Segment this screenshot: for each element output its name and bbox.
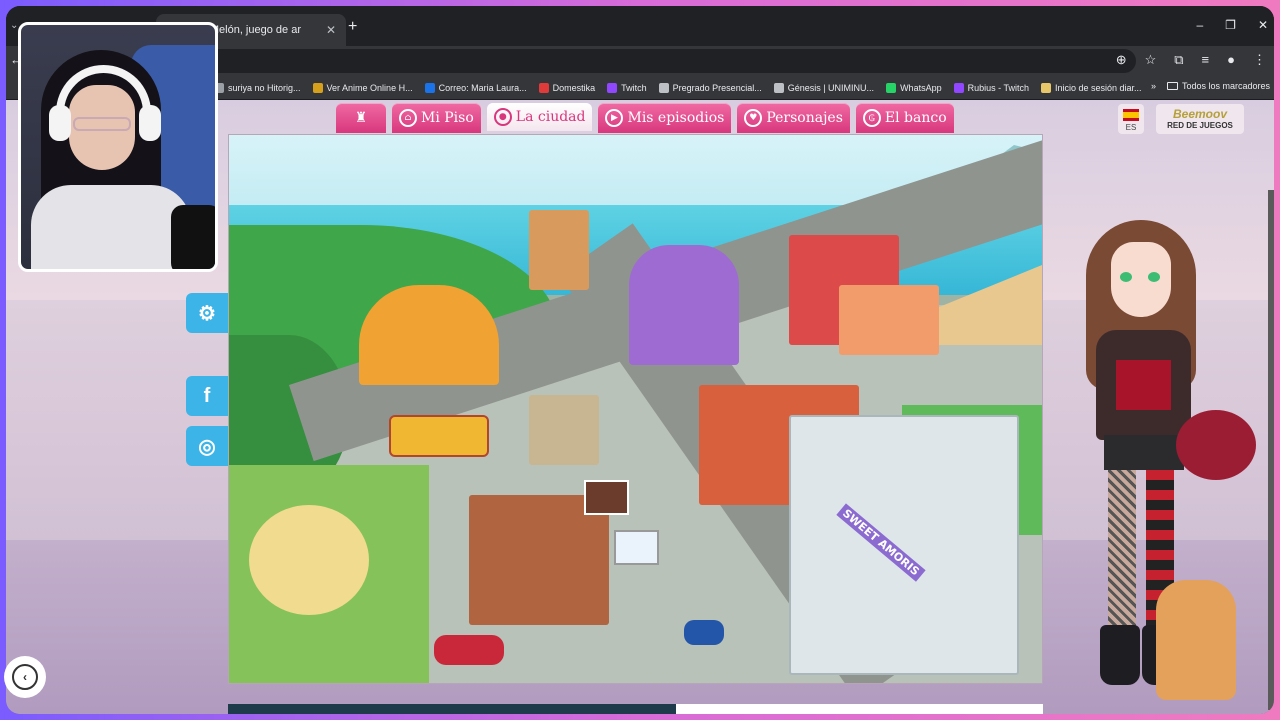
profile-icon[interactable]: ● xyxy=(1227,52,1235,68)
bookmark-favicon-icon xyxy=(607,82,618,93)
avatar-leg xyxy=(1108,470,1136,630)
park-location[interactable] xyxy=(249,505,369,615)
nav-personajes[interactable]: ♥ Personajes xyxy=(737,103,850,133)
beach-shop-building[interactable] xyxy=(839,285,939,355)
beemoov-logo: Beemoov xyxy=(1172,107,1228,121)
bookmark-item[interactable]: Rubius - Twitch xyxy=(953,82,1029,93)
beemoov-subtitle: RED DE JUEGOS xyxy=(1167,121,1233,130)
back-button[interactable]: ‹ xyxy=(4,656,46,698)
facebook-button[interactable]: f xyxy=(186,376,228,416)
bookmark-item[interactable]: Domestika xyxy=(538,82,595,93)
facebook-icon: f xyxy=(203,384,211,407)
bookmark-item[interactable]: suriya no Hitorig... xyxy=(214,82,301,93)
settings-button[interactable]: ⚙ xyxy=(186,293,228,333)
bookmark-item[interactable]: Ver Anime Online H... xyxy=(312,82,413,93)
avatar-boot xyxy=(1100,625,1140,685)
nav-el-banco[interactable]: ₲ El banco xyxy=(855,103,954,133)
avatar-eye xyxy=(1148,272,1160,282)
tab-list-icon[interactable]: ⌄ xyxy=(10,20,18,31)
bookmark-item[interactable]: Correo: Maria Laura... xyxy=(424,82,527,93)
headset-earcup xyxy=(49,105,71,141)
page-bottom-strip xyxy=(228,704,1043,714)
zoom-icon[interactable]: ⊕ xyxy=(1116,52,1127,68)
bookmark-favicon-icon xyxy=(424,82,435,93)
address-bar[interactable] xyxy=(126,49,1136,73)
nav-home-button[interactable]: ♜ xyxy=(336,103,386,133)
red-car xyxy=(434,635,504,665)
bookmark-favicon-icon xyxy=(312,82,323,93)
bookmark-favicon-icon xyxy=(1040,82,1051,93)
instagram-button[interactable]: ◎ xyxy=(186,426,228,466)
all-bookmarks-button[interactable]: Todos los marcadores xyxy=(1166,81,1270,91)
scooter xyxy=(684,620,724,645)
play-icon: ▶ xyxy=(605,109,624,127)
home-icon: ♜ xyxy=(354,110,368,126)
close-window-icon[interactable]: ✕ xyxy=(1258,18,1268,32)
window-controls: – ❐ ✕ xyxy=(1196,18,1268,32)
new-tab-button[interactable]: + xyxy=(348,18,357,36)
bookmark-favicon-icon xyxy=(538,82,549,93)
bus xyxy=(389,415,489,457)
bookmark-item[interactable]: Génesis | UNIMINU... xyxy=(773,82,874,93)
avatar-heart-bag xyxy=(1176,410,1256,480)
house-building[interactable] xyxy=(529,210,589,290)
scrollbar[interactable] xyxy=(1268,190,1274,710)
jewelry-mall-building[interactable] xyxy=(359,285,499,385)
extensions-icon[interactable]: ⧉ xyxy=(1174,52,1183,68)
bookmark-favicon-icon xyxy=(658,82,669,93)
avatar-cat xyxy=(1156,580,1236,700)
headset-earcup xyxy=(139,105,161,141)
beemoov-network-button[interactable]: Beemoov RED DE JUEGOS xyxy=(1156,104,1244,134)
tab-close-icon[interactable]: ✕ xyxy=(324,23,338,37)
avatar-eye xyxy=(1120,272,1132,282)
city-map[interactable]: SWEET AMORIS xyxy=(228,134,1043,684)
minimize-icon[interactable]: – xyxy=(1196,18,1203,32)
bookmark-favicon-icon xyxy=(953,82,964,93)
bookmark-item[interactable]: Pregrado Presencial... xyxy=(658,82,762,93)
heart-icon: ♥ xyxy=(744,109,763,127)
bookmark-favicon-icon xyxy=(886,82,897,93)
bookmark-item[interactable]: WhatsApp xyxy=(886,82,942,93)
billboard xyxy=(614,530,659,565)
school-building[interactable] xyxy=(789,415,1019,675)
microphone xyxy=(171,205,215,269)
small-shop-building[interactable] xyxy=(529,395,599,465)
bookmark-favicon-icon xyxy=(773,82,784,93)
more-bookmarks-icon[interactable]: » xyxy=(1151,81,1156,91)
bookmark-item[interactable]: Inicio de sesión diar... xyxy=(1040,82,1142,93)
nav-mi-piso[interactable]: ⌂ Mi Piso xyxy=(392,103,481,133)
streamer-shirt xyxy=(31,185,191,269)
star-icon[interactable]: ☆ xyxy=(1145,52,1157,68)
instagram-icon: ◎ xyxy=(198,435,216,458)
purple-shop-building[interactable] xyxy=(629,245,739,365)
spain-flag-icon xyxy=(1123,109,1139,121)
avatar-corset xyxy=(1116,360,1171,410)
player-avatar[interactable] xyxy=(1056,220,1256,710)
game-nav: ♜ ⌂ Mi Piso ● La ciudad ▶ Mis episodios … xyxy=(336,103,954,133)
restore-icon[interactable]: ❐ xyxy=(1225,18,1236,32)
location-pin-icon: ● xyxy=(493,108,512,126)
toolbar-icons: ⊕ ☆ ⧉ ≡ ● ⋮ xyxy=(1116,52,1266,68)
chevron-left-icon: ‹ xyxy=(12,664,38,690)
language-selector[interactable]: ES xyxy=(1118,104,1144,134)
bookmark-item[interactable]: Twitch xyxy=(607,82,647,93)
billboard xyxy=(584,480,629,515)
avatar-shorts xyxy=(1104,435,1184,470)
webcam-overlay xyxy=(18,22,218,272)
gear-icon: ⚙ xyxy=(198,302,216,325)
nav-mis-episodios[interactable]: ▶ Mis episodios xyxy=(598,103,732,133)
nav-la-ciudad[interactable]: ● La ciudad xyxy=(486,103,593,131)
folder-icon xyxy=(1166,82,1178,90)
bank-icon: ₲ xyxy=(862,109,881,127)
menu-icon[interactable]: ⋮ xyxy=(1253,52,1266,68)
media-icon[interactable]: ≡ xyxy=(1202,52,1210,68)
apartment-icon: ⌂ xyxy=(399,109,417,127)
